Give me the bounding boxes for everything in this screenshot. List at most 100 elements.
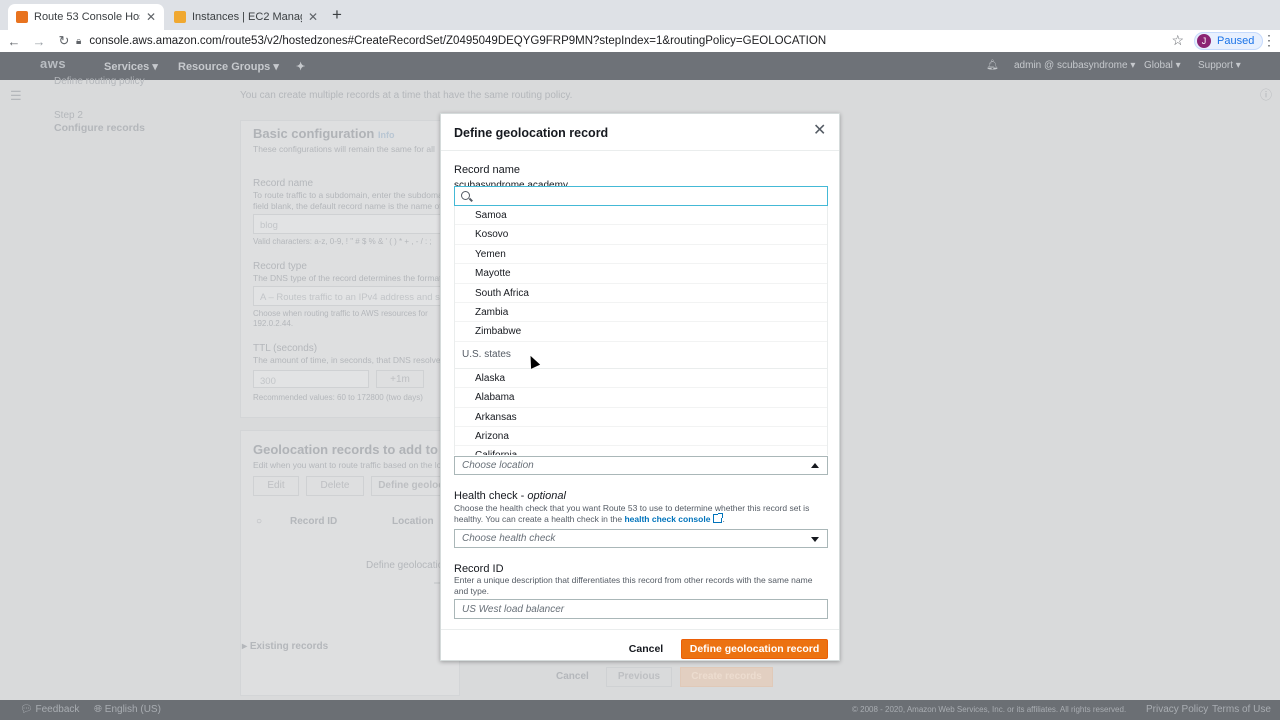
location-option[interactable]: Arizona [455,427,827,447]
new-tab-button[interactable]: + [332,6,342,23]
location-option[interactable]: Yemen [455,245,827,265]
health-check-console-link[interactable]: health check console [624,514,710,524]
record-name-desc: To route traffic to a subdomain, enter t… [253,190,450,200]
services-menu[interactable]: Services ▾ [104,60,158,73]
route53-favicon-icon [16,11,28,23]
geo-records-desc: Edit when you want to route traffic base… [253,460,442,470]
tab-title: Route 53 Console Hosted Zone [34,11,140,23]
location-placeholder: Choose location [462,460,534,471]
ttl-desc: The amount of time, in seconds, that DNS… [253,355,448,365]
url-text: console.aws.amazon.com/route53/v2/hosted… [89,35,827,47]
terms-link[interactable]: Terms of Use [1212,704,1271,715]
tab-ec2[interactable]: Instances | EC2 Management C ✕ [166,4,326,30]
option-group-label: U.S. states [455,342,827,369]
tab-route53[interactable]: Route 53 Console Hosted Zone ✕ [8,4,164,30]
address-bar[interactable]: 🔒︎ console.aws.amazon.com/route53/v2/hos… [76,30,1188,52]
aws-top-nav: aws Services ▾ Resource Groups ▾ ✦ 🔔︎ ad… [0,52,1280,80]
lock-icon: 🔒︎ [76,35,82,47]
col-record-id: Record ID [290,516,338,527]
browser-menu-icon[interactable]: ⋮ [1262,32,1276,49]
external-link-icon [713,513,724,523]
bg-record-name-input: blog [253,214,443,234]
aws-logo: aws [40,56,67,71]
location-option[interactable]: Zambia [455,303,827,323]
caret-down-icon [811,537,819,542]
avatar: J [1197,34,1211,48]
copyright-text: © 2008 - 2020, Amazon Web Services, Inc.… [852,705,1127,714]
step-title: Configure records [54,122,146,134]
modal-header: Define geolocation record ✕ [441,114,839,151]
record-name-desc-2: field blank, the default record name is … [253,201,442,211]
close-icon[interactable]: ✕ [813,123,826,139]
pin-icon[interactable]: ✦ [296,60,305,73]
bg-ttl-1m-button: +1m [376,370,424,388]
location-option[interactable]: South Africa [455,284,827,303]
location-search-box[interactable] [454,186,828,206]
back-arrow-icon[interactable]: ← [3,34,25,49]
intro-text: You can create multiple records at a tim… [240,90,573,101]
resource-groups-menu[interactable]: Resource Groups ▾ [178,60,279,73]
hamburger-icon: ☰ [10,88,22,103]
language-selector[interactable]: 🌐︎ English (US) [94,704,161,715]
profile-status: Paused [1217,35,1255,47]
define-geolocation-modal: Define geolocation record ✕ Record name … [440,113,840,661]
location-option[interactable]: Alaska [455,369,827,389]
reload-icon[interactable]: ↻ [53,33,75,49]
location-option[interactable]: Mayotte [455,264,827,284]
cancel-button[interactable]: Cancel [619,639,673,659]
location-option[interactable]: California [455,446,827,455]
record-id-input[interactable] [454,599,828,619]
record-type-label: Record type [253,261,307,272]
location-option[interactable]: Kosovo [455,225,827,245]
browser-tab-strip: Route 53 Console Hosted Zone ✕ Instances… [0,0,1280,30]
step-label: Step 2 [54,110,83,121]
health-check-select[interactable]: Choose health check [454,529,828,548]
privacy-link[interactable]: Privacy Policy [1146,704,1208,715]
search-icon [461,191,470,200]
basic-config-desc: These configurations will remain the sam… [253,144,435,154]
forward-arrow-icon[interactable]: → [28,34,50,49]
record-id-desc: Enter a unique description that differen… [454,575,813,596]
bg-record-type-select: A – Routes traffic to an IPv4 address an… [253,286,443,306]
col-location: Location [392,516,434,527]
bg-row-radio: ○ [256,516,263,527]
bell-icon[interactable]: 🔔︎ [986,60,999,71]
bg-cancel-button: Cancel [556,671,589,682]
profile-button[interactable]: J Paused [1194,32,1264,50]
record-type-hint-2: 192.0.2.44. [253,319,294,328]
health-check-placeholder: Choose health check [462,533,556,544]
bg-define-geo-button: Define geoloc [371,476,451,496]
define-geolocation-record-button[interactable]: Define geolocation record [681,639,828,659]
location-option[interactable]: Alabama [455,388,827,408]
existing-records-toggle: ▸ Existing records [242,641,329,652]
feedback-link[interactable]: 💬︎ Feedback [20,704,79,715]
tab-title: Instances | EC2 Management C [192,11,302,23]
close-icon[interactable]: ✕ [308,10,318,24]
bookmark-star-icon[interactable]: ☆ [1171,32,1184,49]
location-select[interactable]: Choose location [454,456,828,475]
region-menu[interactable]: Global ▾ [1144,60,1181,71]
browser-toolbar: ← → ↻ 🔒︎ console.aws.amazon.com/route53/… [0,30,1280,52]
bg-previous-button: Previous [606,667,672,687]
ttl-recommended: Recommended values: 60 to 172800 (two da… [253,393,423,402]
health-check-label: Health check - optional [454,490,566,502]
ec2-favicon-icon [174,11,186,23]
record-name-label: Record name [454,164,521,176]
location-option[interactable]: Arkansas [455,408,827,427]
support-menu[interactable]: Support ▾ [1198,60,1241,71]
bg-define-geo-empty: Define geolocatio [366,560,444,571]
location-option[interactable]: Samoa [455,206,827,226]
location-option[interactable]: Zimbabwe [455,322,827,342]
location-search-input[interactable] [477,189,817,203]
geo-records-title: Geolocation records to add to scu [253,442,464,457]
record-type-desc: The DNS type of the record determines th… [253,273,442,283]
location-dropdown-list[interactable]: Samoa Kosovo Yemen Mayotte South Africa … [454,206,828,455]
bg-delete-button: Delete [306,476,364,496]
basic-config-title: Basic configuration Info [253,126,395,141]
caret-up-icon [811,463,819,468]
modal-footer: Cancel Define geolocation record [441,629,839,661]
bg-create-records-button: Create records [680,667,773,687]
account-menu[interactable]: admin @ scubasyndrome ▾ [1014,60,1135,71]
close-icon[interactable]: ✕ [146,10,156,24]
record-name-label: Record name [253,178,314,189]
